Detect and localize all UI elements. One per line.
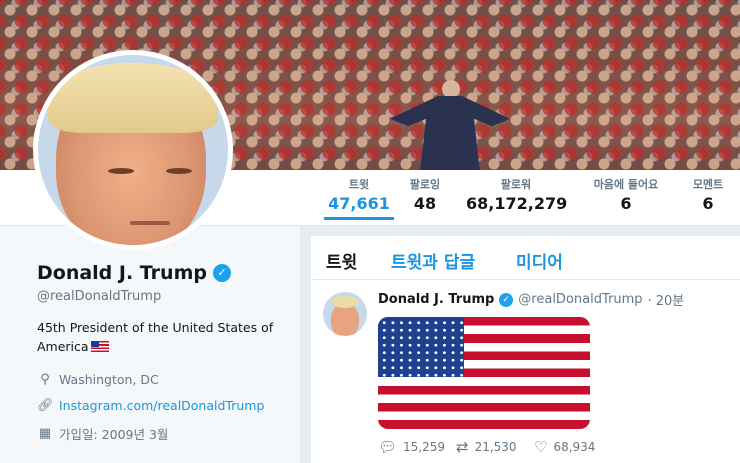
stat-label: 팔로잉	[409, 178, 441, 191]
timeline: 트윗 트윗과 답글 미디어 Donald J. Trump ✓ @realDon…	[311, 236, 740, 463]
tweet-item[interactable]: Donald J. Trump ✓ @realDonaldTrump · 20분…	[311, 280, 740, 463]
location-pin-icon: ⚲	[40, 372, 50, 387]
profile-bio-text: 45th President of the United States of A…	[37, 320, 274, 354]
profile-joined: ▦ 가입일: 2009년 3월	[37, 424, 169, 443]
retweet-icon: ⇄	[456, 438, 469, 456]
stat-value: 48	[413, 194, 437, 213]
tab-tweets[interactable]: 트윗	[326, 248, 357, 273]
tweet-header: Donald J. Trump ✓ @realDonaldTrump · 20분	[378, 290, 684, 309]
reply-button[interactable]: 💬︎ 15,259	[378, 438, 456, 456]
stat-value: 6	[620, 194, 632, 213]
like-count: 68,934	[553, 440, 596, 454]
tab-media[interactable]: 미디어	[516, 248, 563, 273]
speaker-figure	[390, 80, 510, 170]
reply-icon: 💬︎	[378, 438, 398, 456]
tweet-author-handle[interactable]: @realDonaldTrump	[518, 292, 642, 307]
joined-text: 가입일: 2009년 3월	[59, 427, 169, 442]
stat-label: 모멘트	[692, 178, 724, 191]
stat-moments[interactable]: 모멘트 6	[682, 176, 734, 213]
profile-bio: 45th President of the United States of A…	[37, 318, 277, 356]
profile-sidebar: Donald J. Trump ✓ @realDonaldTrump 45th …	[0, 226, 300, 463]
flag-canton	[378, 317, 464, 377]
timeline-tabs: 트윗 트윗과 답글 미디어	[311, 236, 740, 280]
like-button[interactable]: ♡ 68,934	[534, 438, 612, 456]
profile-link: 🔗︎ Instagram.com/realDonaldTrump	[37, 398, 264, 413]
verified-badge-icon: ✓	[499, 292, 514, 307]
profile-location: ⚲ Washington, DC	[37, 372, 159, 387]
tweet-avatar[interactable]	[323, 292, 367, 336]
stat-value: 47,661	[328, 194, 390, 213]
verified-badge-icon: ✓	[212, 264, 231, 282]
us-flag-emoji-icon	[90, 341, 109, 352]
stat-followers[interactable]: 팔로워 68,172,279	[466, 176, 568, 213]
tweet-author-name[interactable]: Donald J. Trump	[378, 292, 494, 307]
stat-tweets[interactable]: 트윗 47,661	[324, 176, 394, 220]
link-icon: 🔗︎	[37, 398, 54, 413]
profile-name[interactable]: Donald J. Trump	[37, 262, 207, 284]
location-text: Washington, DC	[59, 372, 159, 387]
profile-page: 트윗 47,661 팔로잉 48 팔로워 68,172,279 마음에 들어요 …	[0, 0, 740, 463]
reply-count: 15,259	[403, 440, 446, 454]
heart-icon: ♡	[534, 438, 548, 456]
stat-value: 68,172,279	[466, 194, 568, 213]
profile-avatar[interactable]	[33, 50, 233, 250]
retweet-button[interactable]: ⇄ 21,530	[456, 438, 534, 456]
avatar-hair	[48, 63, 218, 133]
stat-label: 트윗	[348, 178, 370, 191]
tweet-media-us-flag[interactable]	[378, 317, 590, 429]
profile-website-link[interactable]: Instagram.com/realDonaldTrump	[59, 398, 264, 413]
retweet-count: 21,530	[474, 440, 517, 454]
profile-handle[interactable]: @realDonaldTrump	[37, 289, 161, 304]
stat-label: 마음에 들어요	[593, 178, 659, 191]
tweet-actions: 💬︎ 15,259 ⇄ 21,530 ♡ 68,934	[378, 438, 612, 456]
profile-name-row: Donald J. Trump ✓	[37, 262, 231, 284]
stat-following[interactable]: 팔로잉 48	[400, 176, 450, 213]
stat-likes[interactable]: 마음에 들어요 6	[582, 176, 670, 213]
stat-value: 6	[702, 194, 714, 213]
tweet-timestamp[interactable]: · 20분	[648, 290, 685, 309]
calendar-icon: ▦	[38, 426, 52, 441]
stat-label: 팔로워	[500, 178, 532, 191]
tab-tweets-and-replies[interactable]: 트윗과 답글	[391, 248, 475, 273]
